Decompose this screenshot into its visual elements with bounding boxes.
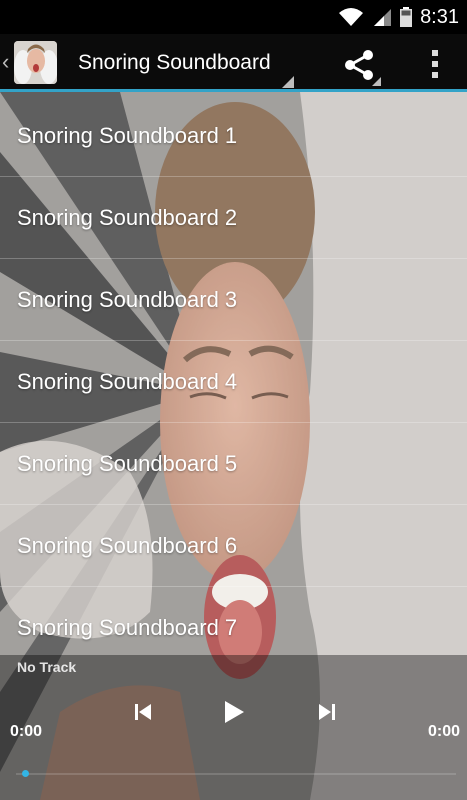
signal-icon (374, 9, 392, 26)
title-dropdown-indicator (282, 76, 294, 88)
play-icon (225, 701, 244, 723)
wifi-icon (339, 8, 364, 26)
list-item-label: Snoring Soundboard 5 (17, 451, 238, 476)
list-item-label: Snoring Soundboard 1 (17, 123, 238, 148)
list-item-label: Snoring Soundboard 4 (17, 369, 238, 394)
list-item-label: Snoring Soundboard 6 (17, 533, 238, 558)
play-button[interactable] (217, 695, 251, 729)
overflow-menu-button[interactable] (420, 46, 450, 82)
elapsed-time: 0:00 (10, 723, 43, 740)
soundboard-list: Snoring Soundboard 1 Snoring Soundboard … (0, 95, 467, 655)
app-icon[interactable] (14, 41, 57, 84)
list-item[interactable]: Snoring Soundboard 1 (0, 95, 467, 177)
next-icon (319, 704, 335, 720)
list-item[interactable]: Snoring Soundboard 2 (0, 177, 467, 259)
list-item[interactable]: Snoring Soundboard 7 (0, 587, 467, 655)
list-item[interactable]: Snoring Soundboard 6 (0, 505, 467, 587)
status-icons: 8:31 (338, 0, 459, 34)
action-bar: ‹ Snoring Soundboard (0, 34, 467, 92)
list-item[interactable]: Snoring Soundboard 5 (0, 423, 467, 505)
app-title[interactable]: Snoring Soundboard (78, 51, 271, 75)
next-button[interactable] (310, 695, 344, 729)
battery-icon (400, 7, 413, 27)
status-time: 8:31 (420, 5, 459, 28)
previous-icon (135, 704, 151, 720)
up-caret-icon[interactable]: ‹ (2, 51, 9, 73)
previous-button[interactable] (126, 695, 160, 729)
seek-bar[interactable] (16, 773, 456, 775)
duration-time: 0:00 (427, 723, 460, 740)
list-item[interactable]: Snoring Soundboard 3 (0, 259, 467, 341)
share-dropdown-indicator (372, 77, 381, 86)
list-item[interactable]: Snoring Soundboard 4 (0, 341, 467, 423)
overflow-menu-icon (432, 50, 438, 78)
list-item-label: Snoring Soundboard 2 (17, 205, 238, 230)
status-bar: 8:31 (0, 0, 467, 34)
track-name: No Track (17, 659, 77, 675)
audio-player: No Track 0:00 0:00 (0, 655, 467, 800)
seek-thumb[interactable] (22, 770, 29, 777)
list-item-label: Snoring Soundboard 3 (17, 287, 238, 312)
list-item-label: Snoring Soundboard 7 (17, 615, 238, 640)
